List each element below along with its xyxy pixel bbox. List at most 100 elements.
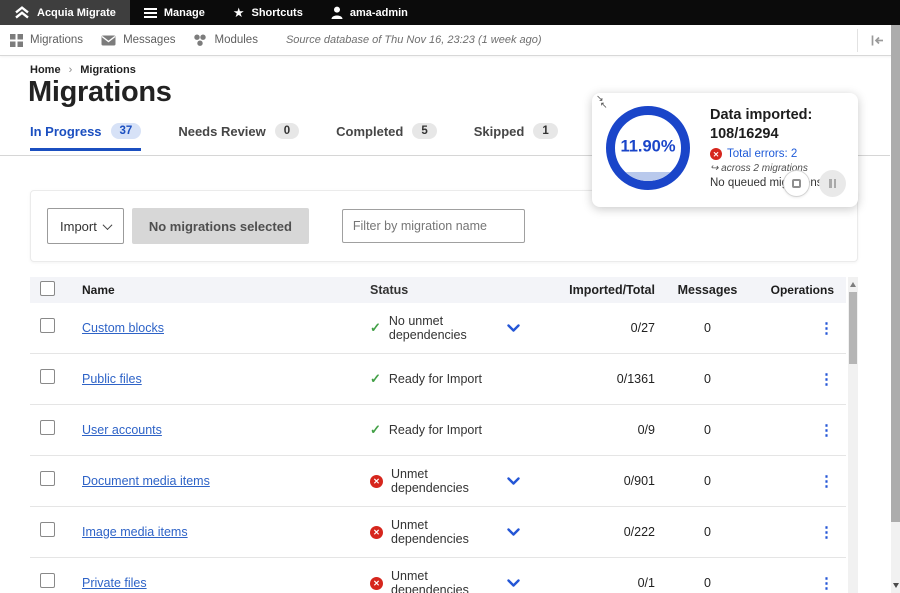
collapse-toolbar-button[interactable]	[857, 29, 884, 52]
row-checkbox[interactable]	[40, 522, 55, 537]
import-dropdown-button[interactable]: Import	[47, 208, 124, 244]
secondary-toolbar: Migrations Messages Modules Source datab…	[0, 25, 900, 56]
acquia-migrate-brand[interactable]: Acquia Migrate	[0, 0, 130, 25]
scroll-up-button[interactable]	[848, 277, 858, 291]
check-icon: ✓	[370, 422, 381, 438]
kebab-menu-icon[interactable]: ⋮	[819, 473, 834, 490]
star-icon: ★	[233, 6, 245, 19]
table-row: Private files ✓ ✕ Unmet dependencies 0/1…	[30, 558, 846, 593]
shortcuts-menu[interactable]: ★ Shortcuts	[219, 0, 317, 25]
tab-label: In Progress	[30, 124, 102, 139]
kebab-menu-icon[interactable]: ⋮	[819, 320, 834, 337]
row-checkbox[interactable]	[40, 471, 55, 486]
row-checkbox[interactable]	[40, 573, 55, 588]
error-icon: ✕	[370, 475, 383, 488]
breadcrumb-home-link[interactable]: Home	[30, 64, 61, 76]
row-checkbox[interactable]	[40, 318, 55, 333]
kebab-menu-icon[interactable]: ⋮	[819, 524, 834, 541]
error-circle-icon: ✕	[710, 148, 722, 160]
tab-count-badge: 37	[111, 123, 142, 139]
imported-total-cell: 0/222	[530, 525, 655, 539]
no-migrations-selected-button[interactable]: No migrations selected	[132, 208, 309, 244]
status-cell: ✓ ✕ No unmet dependencies	[370, 314, 530, 342]
header-imported-total: Imported/Total	[530, 283, 655, 297]
tab-needs-review[interactable]: Needs Review 0	[178, 123, 299, 151]
breadcrumb-current: Migrations	[80, 64, 136, 76]
chevron-down-icon	[102, 220, 112, 230]
chevron-down-icon[interactable]	[507, 579, 520, 588]
collapse-card-icon[interactable]: ↘ ↖	[596, 95, 608, 109]
user-menu[interactable]: ama-admin	[317, 0, 422, 25]
toolbar-item-modules[interactable]: Modules	[193, 34, 257, 47]
imported-total-cell: 0/1	[530, 576, 655, 590]
imported-total-cell: 0/901	[530, 474, 655, 488]
kebab-menu-icon[interactable]: ⋮	[819, 422, 834, 439]
breadcrumb: Home › Migrations	[30, 64, 136, 76]
page-scrollbar[interactable]	[891, 25, 900, 593]
chevron-down-icon[interactable]	[507, 528, 520, 537]
table-row: Image media items ✓ ✕ Unmet dependencies…	[30, 507, 846, 558]
table-row: User accounts ✓ ✕ Ready for Import 0/9 0…	[30, 405, 846, 456]
table-row: Document media items ✓ ✕ Unmet dependenc…	[30, 456, 846, 507]
toolbar-item-messages[interactable]: Messages	[101, 34, 175, 46]
toolbar-item-migrations[interactable]: Migrations	[10, 34, 83, 47]
kebab-menu-icon[interactable]: ⋮	[819, 575, 834, 592]
messages-label: Messages	[123, 34, 175, 46]
tab-count-badge: 1	[533, 123, 557, 139]
chevron-down-icon[interactable]	[507, 477, 520, 486]
page-title: Migrations	[28, 76, 172, 109]
scroll-down-button[interactable]	[891, 579, 900, 591]
status-text: No unmet dependencies	[389, 314, 499, 342]
migration-filter-input[interactable]	[342, 209, 525, 243]
status-text: Ready for Import	[389, 423, 482, 437]
total-errors-link[interactable]: Total errors: 2	[727, 148, 797, 160]
header-name: Name	[82, 283, 370, 297]
total-errors-row: ✕ Total errors: 2	[710, 148, 850, 160]
migration-link[interactable]: Private files	[82, 576, 147, 590]
brand-label: Acquia Migrate	[37, 7, 116, 19]
manage-label: Manage	[164, 7, 205, 19]
tab-skipped[interactable]: Skipped 1	[474, 123, 558, 151]
progress-percent: 11.90%	[615, 138, 681, 157]
tab-in-progress[interactable]: In Progress 37	[30, 123, 141, 151]
modules-icon	[193, 34, 207, 47]
check-icon: ✓	[370, 320, 381, 336]
tab-label: Skipped	[474, 124, 525, 139]
migration-link[interactable]: Custom blocks	[82, 321, 164, 335]
row-checkbox[interactable]	[40, 369, 55, 384]
status-text: Unmet dependencies	[391, 569, 499, 593]
table-scrollbar-thumb[interactable]	[849, 292, 857, 364]
messages-cell: 0	[655, 576, 760, 590]
import-progress-card: ↘ ↖ 11.90% Data imported: 108/16294 ✕ To…	[592, 93, 858, 207]
chevron-down-icon[interactable]	[507, 324, 520, 333]
migrations-table: Custom blocks ✓ ✕ No unmet dependencies …	[30, 303, 846, 593]
triangle-up-icon	[850, 282, 856, 287]
messages-cell: 0	[655, 474, 760, 488]
select-all-checkbox[interactable]	[40, 281, 55, 296]
stop-import-button[interactable]	[783, 170, 810, 197]
error-icon: ✕	[370, 577, 383, 590]
migration-link[interactable]: User accounts	[82, 423, 162, 437]
import-controls	[783, 170, 846, 197]
page-scrollbar-thumb[interactable]	[891, 25, 900, 522]
manage-menu[interactable]: Manage	[130, 0, 219, 25]
error-icon: ✕	[370, 526, 383, 539]
status-cell: ✓ ✕ Unmet dependencies	[370, 569, 530, 593]
migration-link[interactable]: Image media items	[82, 525, 188, 539]
shortcuts-label: Shortcuts	[251, 7, 302, 19]
migrations-label: Migrations	[30, 34, 83, 46]
envelope-icon	[101, 35, 116, 46]
migration-link[interactable]: Document media items	[82, 474, 210, 488]
row-checkbox[interactable]	[40, 420, 55, 435]
messages-cell: 0	[655, 423, 760, 437]
progress-ring: 11.90%	[606, 106, 690, 190]
table-scrollbar[interactable]	[848, 277, 858, 593]
kebab-menu-icon[interactable]: ⋮	[819, 371, 834, 388]
tab-completed[interactable]: Completed 5	[336, 123, 437, 151]
migration-link[interactable]: Public files	[82, 372, 142, 386]
pause-import-button[interactable]	[819, 170, 846, 197]
header-messages: Messages	[655, 283, 760, 297]
messages-cell: 0	[655, 321, 760, 335]
table-row: Custom blocks ✓ ✕ No unmet dependencies …	[30, 303, 846, 354]
modules-label: Modules	[214, 34, 257, 46]
